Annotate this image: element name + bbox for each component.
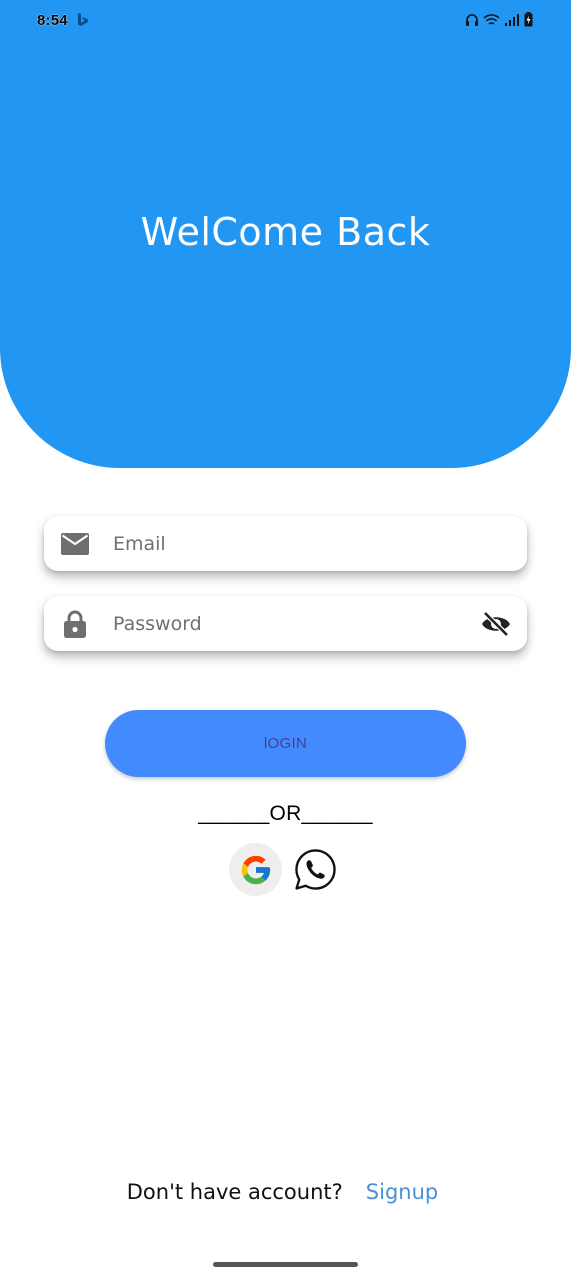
status-time: 8:54 — [37, 12, 68, 29]
email-input[interactable] — [113, 523, 453, 564]
battery-charging-icon — [524, 12, 533, 27]
google-icon — [241, 855, 270, 884]
lock-icon — [61, 610, 89, 638]
status-bar: 8:54 — [0, 0, 571, 42]
header-banner: WelCome Back — [0, 0, 571, 468]
google-login-button[interactable] — [229, 843, 282, 896]
email-field[interactable] — [44, 516, 527, 571]
home-indicator[interactable] — [213, 1262, 358, 1267]
page-title: WelCome Back — [140, 210, 431, 254]
password-input[interactable] — [113, 603, 453, 644]
signup-prompt: Don't have account? Signup — [0, 1180, 571, 1204]
signup-link[interactable]: Signup — [366, 1180, 438, 1204]
wifi-icon — [483, 13, 500, 25]
mail-icon — [61, 530, 89, 558]
bing-icon — [78, 13, 88, 26]
no-account-text: Don't have account? — [126, 1180, 343, 1204]
login-button[interactable]: lOGIN — [105, 710, 466, 777]
whatsapp-icon — [295, 849, 336, 890]
password-field[interactable] — [44, 596, 527, 651]
headphones-icon — [466, 13, 478, 26]
signal-icon — [505, 13, 519, 26]
or-divider: ______OR______ — [198, 802, 373, 825]
visibility-off-icon[interactable] — [481, 609, 511, 639]
whatsapp-login-button[interactable] — [293, 847, 338, 892]
